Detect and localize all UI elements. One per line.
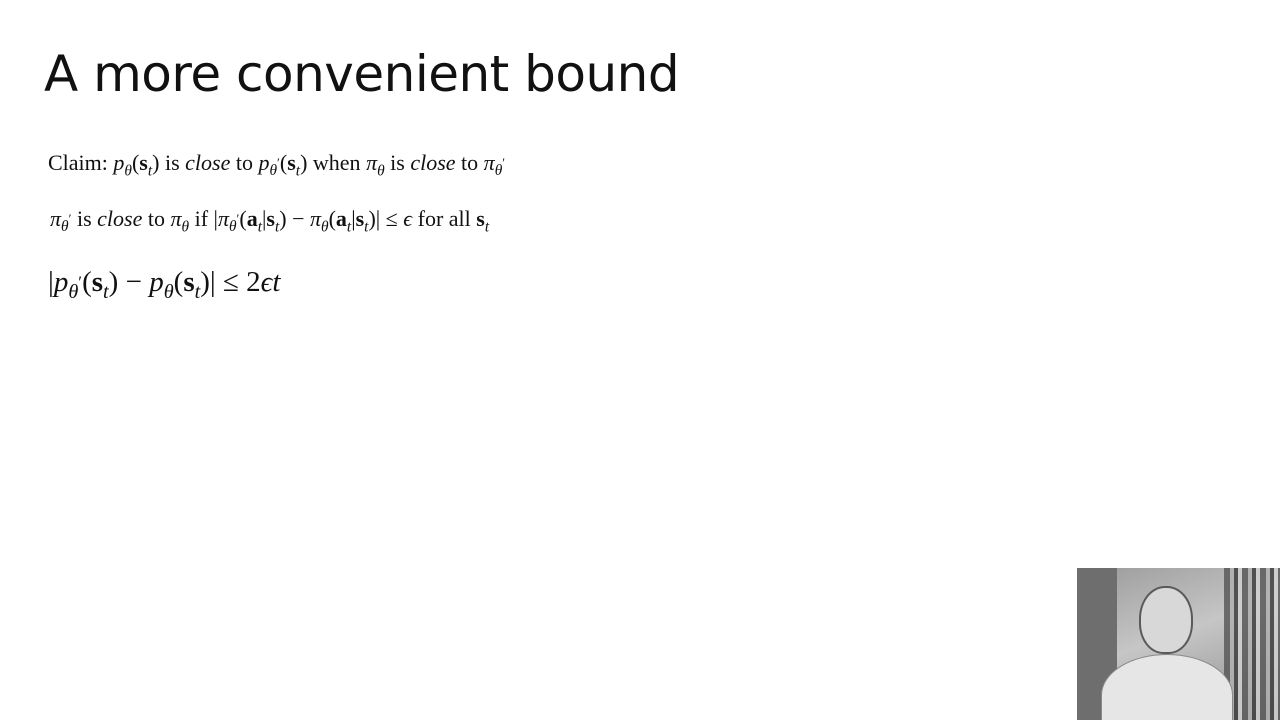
math-pi-thetaprime-cond: πθ′ bbox=[50, 206, 72, 236]
math-p-theta-st: pθ(st) bbox=[113, 150, 160, 180]
claim-word-is: is bbox=[164, 150, 180, 175]
condition-line: πθ′ is close to πθ if |πθ′(at|st) − πθ(a… bbox=[50, 206, 490, 236]
math-pi-theta: πθ bbox=[366, 150, 385, 180]
bound-equation: |pθ′(st) − pθ(st)| ≤ 2ϵt bbox=[48, 266, 281, 304]
cond-word-to: to bbox=[147, 206, 165, 231]
math-bound: |pθ′(st) − pθ(st)| ≤ 2ϵt bbox=[48, 266, 281, 304]
cond-word-if: if bbox=[194, 206, 209, 231]
claim-word-close-2: close bbox=[410, 150, 456, 175]
math-policy-difference: |πθ′(at|st) − πθ(at|st)| ≤ ϵ bbox=[213, 206, 413, 236]
cond-word-for-all: for all bbox=[417, 206, 471, 231]
claim-word-when: when bbox=[312, 150, 361, 175]
slide-title: A more convenient bound bbox=[44, 45, 680, 103]
presenter-video bbox=[1077, 568, 1280, 720]
claim-label: Claim: bbox=[48, 150, 108, 175]
cond-word-is: is bbox=[76, 206, 92, 231]
claim-word-to-2: to bbox=[461, 150, 479, 175]
math-pi-theta-cond: πθ bbox=[170, 206, 190, 236]
claim-word-to: to bbox=[235, 150, 253, 175]
claim-word-is-2: is bbox=[390, 150, 405, 175]
claim-line: Claim: pθ(st) is close to pθ′(st) when π… bbox=[48, 150, 506, 180]
presenter-head bbox=[1139, 586, 1193, 654]
cond-word-close: close bbox=[97, 206, 143, 231]
math-pi-thetaprime: πθ′ bbox=[483, 150, 506, 180]
claim-word-close: close bbox=[185, 150, 231, 175]
math-p-thetaprime-st: pθ′(st) bbox=[258, 150, 308, 180]
presenter-body bbox=[1101, 654, 1233, 720]
math-st: st bbox=[476, 206, 490, 236]
